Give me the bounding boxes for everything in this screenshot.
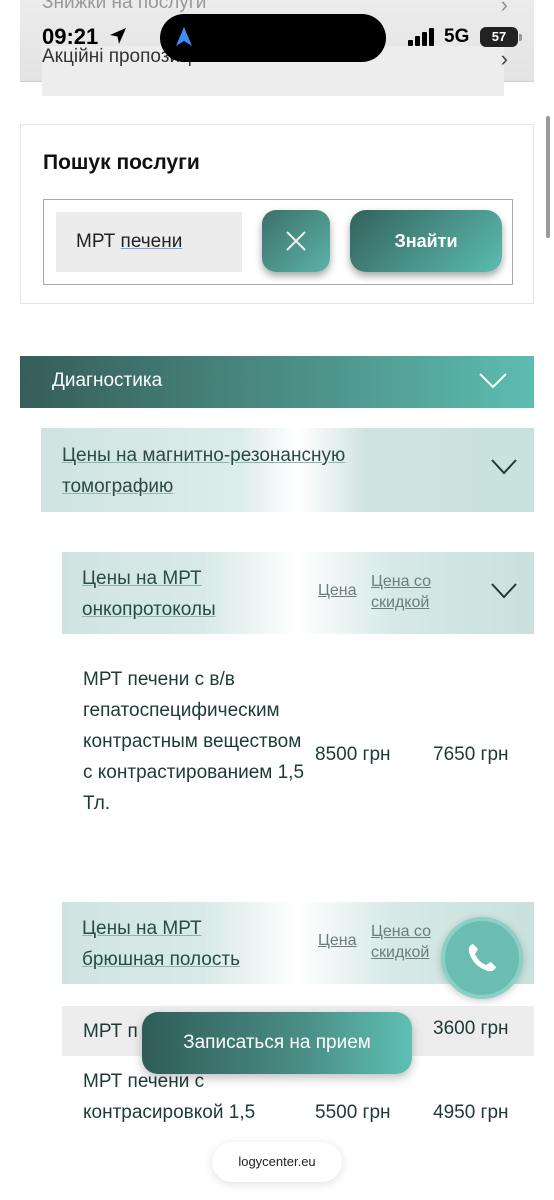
dynamic-island	[160, 14, 386, 62]
location-arrow-icon	[110, 28, 126, 44]
chevron-down-icon	[491, 459, 517, 475]
price-row: МРТ печени с в/в гепатоспецифическим кон…	[62, 664, 534, 854]
price-column-header: Цена	[318, 582, 357, 599]
search-title: Пошук послуги	[43, 151, 200, 174]
chevron-down-icon	[491, 583, 517, 599]
battery-icon: 57	[480, 27, 522, 47]
status-bar: 09:21 5G 57	[0, 0, 554, 64]
status-time: 09:21	[42, 24, 99, 49]
price-column-header: Цена	[318, 932, 357, 949]
accordion-diagnostics[interactable]: Диагностика	[20, 356, 534, 408]
search-input[interactable]: МРТ печени	[56, 212, 242, 272]
close-icon	[286, 231, 306, 251]
chevron-down-icon	[479, 373, 507, 389]
search-box: МРТ печени Знайти	[43, 199, 513, 285]
service-discount-price: 7650 грн	[433, 744, 509, 765]
accordion-mri-prices[interactable]: Цены на магнитно-резонансную томографию	[41, 428, 534, 512]
navigation-icon	[176, 27, 192, 46]
discount-column-header: Цена со скидкой	[371, 573, 431, 611]
signal-icon	[408, 28, 434, 46]
accordion-oncoprotocols[interactable]: Цены на МРТ онкопротоколы Цена Цена со с…	[62, 552, 534, 634]
network-type: 5G	[444, 26, 470, 47]
service-name: МРТ печени с в/в гепатоспецифическим кон…	[83, 669, 305, 814]
accordion-label: Цены на МРТ брюшная полость	[82, 918, 240, 970]
accordion-label: Цены на магнитно-резонансную томографию	[62, 445, 346, 497]
service-price: 8500 грн	[315, 744, 391, 765]
find-button[interactable]: Знайти	[350, 210, 502, 272]
clear-search-button[interactable]	[262, 210, 330, 272]
browser-url-bar[interactable]: logycenter.eu	[212, 1142, 342, 1182]
call-button[interactable]	[441, 917, 523, 999]
service-discount-price: 4950 грн	[433, 1102, 509, 1123]
search-card: Пошук послуги МРТ печени Знайти	[20, 124, 534, 304]
scrollbar[interactable]	[546, 116, 550, 238]
accordion-label: Диагностика	[52, 370, 163, 391]
accordion-label: Цены на МРТ онкопротоколы	[82, 568, 216, 620]
query-word-misspelled: печени	[120, 231, 183, 252]
book-appointment-button[interactable]: Записаться на прием	[142, 1012, 412, 1074]
service-discount-price: 3600 грн	[433, 1018, 509, 1039]
service-name: МРТ печени с контрасировкой 1,5	[83, 1071, 256, 1123]
service-price: 5500 грн	[315, 1102, 391, 1123]
discount-column-header: Цена со скидкой	[371, 923, 431, 961]
phone-icon	[468, 944, 496, 972]
query-word: МРТ	[76, 231, 116, 252]
price-row: МРТ печени с контрасировкой 1,5 5500 грн…	[62, 1066, 534, 1136]
